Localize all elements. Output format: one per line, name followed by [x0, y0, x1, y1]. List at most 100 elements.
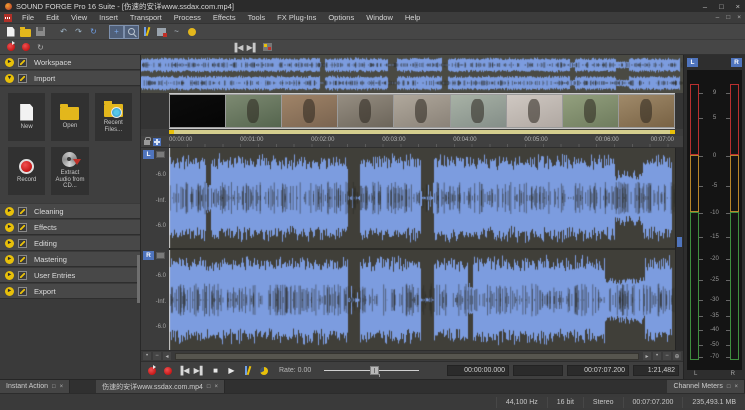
chevron-right-icon[interactable]: ▸: [5, 287, 14, 296]
pencil-tool-button[interactable]: [140, 26, 153, 38]
new-file-button[interactable]: [4, 26, 17, 38]
sidebar-section-effects[interactable]: ▸Effects: [0, 220, 140, 235]
tab-close-icon[interactable]: ×: [215, 384, 219, 390]
menu-item-options[interactable]: Options: [322, 13, 360, 22]
child-minimize-button[interactable]: –: [716, 14, 720, 21]
tab-restore-icon[interactable]: □: [727, 384, 731, 390]
sidebar-section-export[interactable]: ▸Export: [0, 284, 140, 299]
menu-item-insert[interactable]: Insert: [93, 13, 124, 22]
sidebar-section-editing[interactable]: ▸Editing: [0, 236, 140, 251]
child-close-button[interactable]: ×: [737, 14, 741, 21]
left-channel-badge[interactable]: L: [143, 150, 154, 159]
vertical-scrollbar-thumb[interactable]: [677, 237, 682, 247]
meter-left-badge[interactable]: L: [687, 58, 698, 67]
rate-slider-thumb[interactable]: [370, 366, 379, 375]
edit-tool-button[interactable]: +: [110, 26, 123, 38]
import-tile-open[interactable]: Open: [51, 93, 88, 141]
menu-item-fx-plug-ins[interactable]: FX Plug-Ins: [271, 13, 322, 22]
rate-slider[interactable]: [324, 370, 419, 371]
import-tile-extract-audio-from-cd[interactable]: Extract Audio from CD...: [51, 147, 88, 195]
time-ruler[interactable]: 00:00:0000:01:0000:02:0000:03:0000:04:00…: [169, 136, 675, 147]
repeat-button[interactable]: ↻: [87, 26, 100, 38]
play-button[interactable]: ▶: [225, 364, 238, 377]
right-channel-badge[interactable]: R: [143, 251, 154, 260]
import-tile-new[interactable]: New: [8, 93, 45, 141]
menu-item-effects[interactable]: Effects: [207, 13, 242, 22]
event-tool-button[interactable]: [155, 26, 168, 38]
go-to-end-button[interactable]: ▶▌: [246, 41, 259, 53]
chevron-right-icon[interactable]: ▸: [5, 255, 14, 264]
menu-item-help[interactable]: Help: [399, 13, 426, 22]
menu-item-transport[interactable]: Transport: [124, 13, 168, 22]
menu-item-process[interactable]: Process: [168, 13, 207, 22]
save-button[interactable]: [34, 26, 47, 38]
loop-region-bar[interactable]: [141, 129, 683, 136]
tab-restore-icon[interactable]: □: [207, 384, 211, 390]
video-thumbnail-1[interactable]: [170, 95, 225, 127]
chevron-down-icon[interactable]: ▾: [5, 74, 14, 83]
hscroll-track[interactable]: [175, 353, 639, 360]
go-to-start-button[interactable]: ▐◀: [231, 41, 244, 53]
pencil-edit-button[interactable]: [241, 364, 254, 377]
video-thumbnail-4[interactable]: [338, 95, 393, 127]
menu-item-edit[interactable]: Edit: [40, 13, 65, 22]
close-button[interactable]: ×: [736, 2, 740, 11]
overview-waveform[interactable]: [141, 55, 683, 93]
record-remote-button[interactable]: [145, 364, 158, 377]
vertical-scrollbar[interactable]: [675, 148, 683, 350]
paint-tool-button[interactable]: [185, 26, 198, 38]
hscroll-left-button-3[interactable]: ◂: [163, 352, 171, 360]
undo-button[interactable]: ↶: [57, 26, 70, 38]
stop-button[interactable]: ■: [209, 364, 222, 377]
redo-button[interactable]: ↷: [72, 26, 85, 38]
sidebar-section-workspace[interactable]: ▸Workspace: [0, 55, 140, 70]
video-thumbnail-8[interactable]: [563, 95, 618, 127]
magnify-tool-button[interactable]: [125, 26, 138, 38]
right-channel-minimize-button[interactable]: [156, 252, 165, 259]
record-button[interactable]: [161, 364, 174, 377]
main-waveform-right[interactable]: [169, 250, 675, 350]
tab-close-icon[interactable]: ×: [734, 384, 738, 390]
horizontal-scrollbar[interactable]: •−◂▸•−⊕: [141, 350, 683, 361]
maximize-button[interactable]: □: [719, 2, 724, 11]
record-button[interactable]: [19, 41, 32, 53]
tab-channel-meters[interactable]: Channel Meters □ ×: [667, 380, 745, 393]
sidebar-section-mastering[interactable]: ▸Mastering: [0, 252, 140, 267]
menu-item-tools[interactable]: Tools: [242, 13, 272, 22]
menu-item-window[interactable]: Window: [360, 13, 399, 22]
sidebar-section-import[interactable]: ▾Import: [0, 71, 140, 86]
chevron-right-icon[interactable]: ▸: [5, 58, 14, 67]
record-remote-button[interactable]: [4, 41, 17, 53]
left-channel-minimize-button[interactable]: [156, 151, 165, 158]
import-tile-recent-files[interactable]: Recent Files...: [95, 93, 132, 141]
menu-item-view[interactable]: View: [65, 13, 93, 22]
hscroll-zoom-button-4[interactable]: ⊕: [673, 352, 681, 360]
child-restore-button[interactable]: □: [726, 14, 730, 21]
marker-bar-button[interactable]: [261, 41, 274, 53]
hscroll-zoom-button-1[interactable]: ▸: [643, 352, 651, 360]
chevron-right-icon[interactable]: ▸: [5, 207, 14, 216]
tab-instant-action[interactable]: Instant Action □ ×: [0, 380, 70, 393]
meter-right-badge[interactable]: R: [731, 58, 742, 67]
envelope-tool-button[interactable]: ~: [170, 26, 183, 38]
import-tile-record[interactable]: Record: [8, 147, 45, 195]
video-thumbnail-9[interactable]: [619, 95, 674, 127]
pan-tool-icon[interactable]: [153, 138, 161, 146]
tab-document[interactable]: 伤速的安详www.ssdax.com.mp4 □ ×: [96, 380, 225, 393]
hscroll-zoom-button-3[interactable]: −: [663, 352, 671, 360]
hscroll-thumb[interactable]: [176, 354, 638, 359]
video-thumbnail-7[interactable]: [507, 95, 562, 127]
overview-strip[interactable]: [141, 55, 683, 93]
tab-close-icon[interactable]: ×: [60, 384, 64, 390]
go-to-end-button[interactable]: ▶▌: [193, 364, 206, 377]
hscroll-left-button-2[interactable]: −: [153, 352, 161, 360]
chevron-right-icon[interactable]: ▸: [5, 271, 14, 280]
document-icon[interactable]: [4, 14, 12, 22]
main-waveform-left[interactable]: [169, 148, 675, 248]
video-thumbnail-2[interactable]: [226, 95, 281, 127]
sidebar-section-user-entries[interactable]: ▸User Entries: [0, 268, 140, 283]
chevron-right-icon[interactable]: ▸: [5, 239, 14, 248]
loop-playback-button[interactable]: ↻: [34, 41, 47, 53]
video-thumbnail-3[interactable]: [282, 95, 337, 127]
video-thumbnail-5[interactable]: [394, 95, 449, 127]
